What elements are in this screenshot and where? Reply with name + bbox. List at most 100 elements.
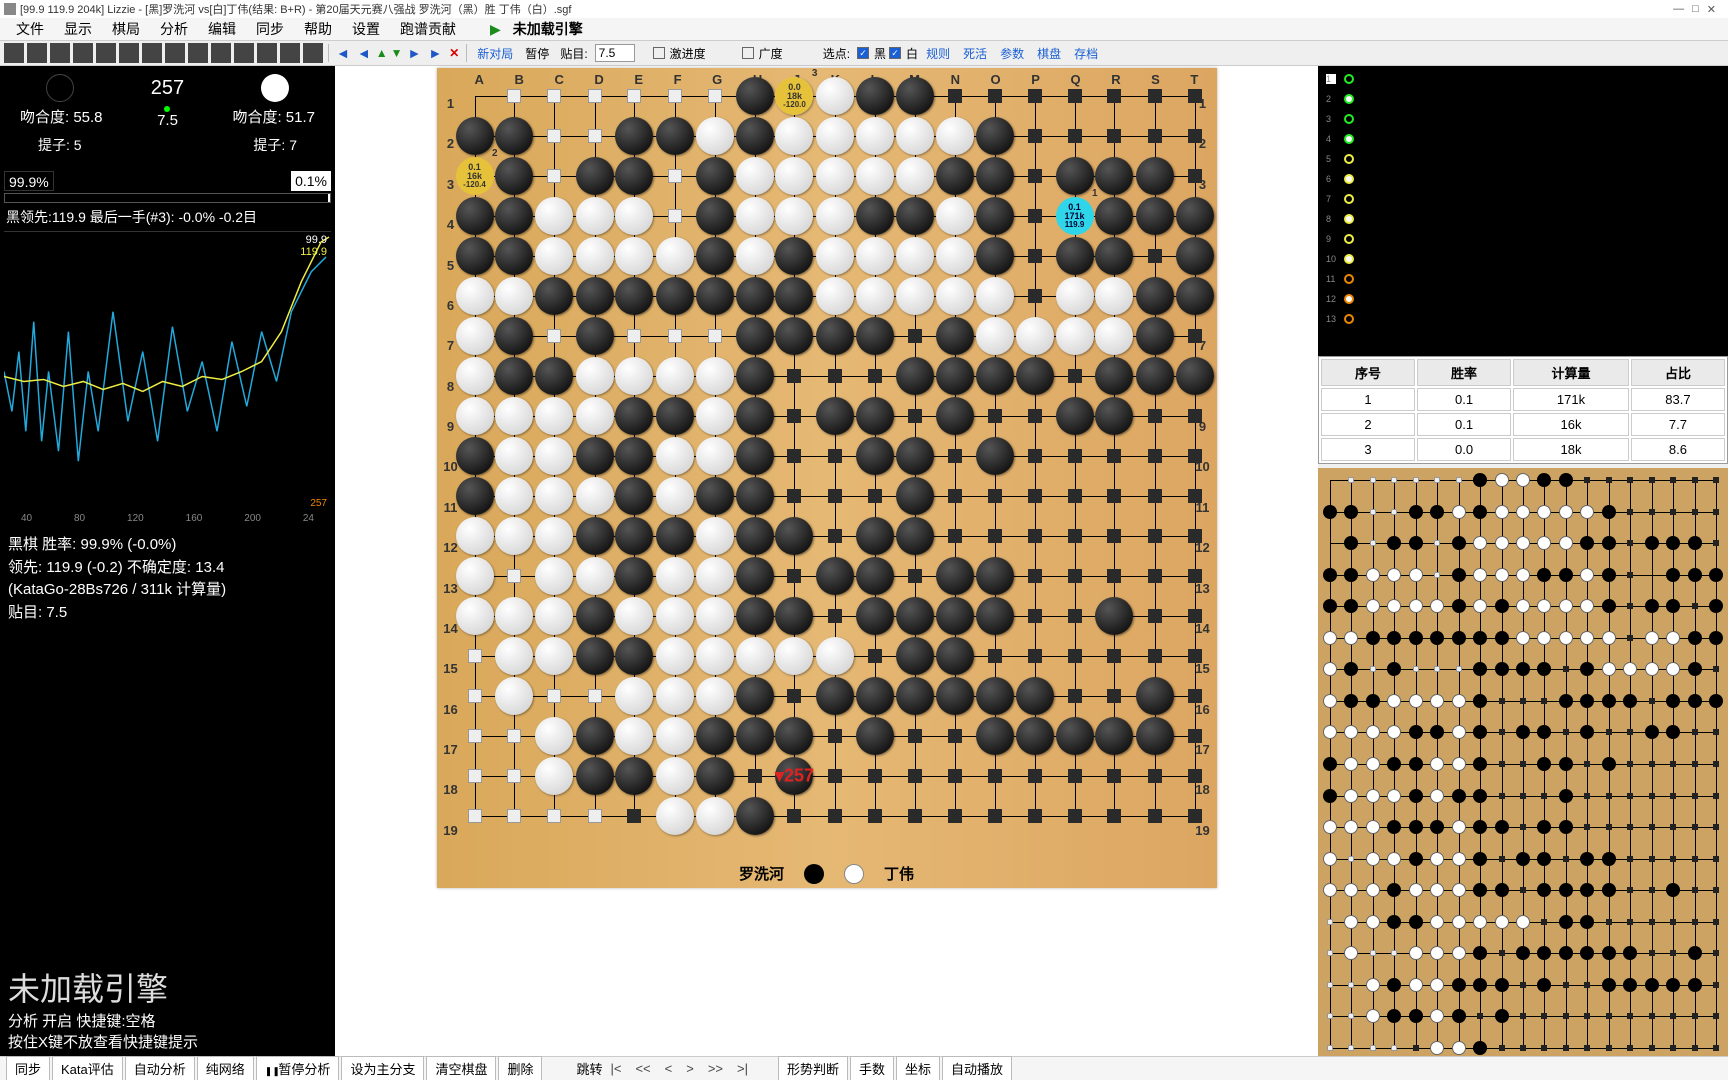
captures-black: 提子: 5 [38,135,82,155]
menu-item[interactable]: 同步 [248,17,292,41]
sync-button[interactable]: 同步 [6,1056,50,1080]
tb-settings-icon[interactable] [73,43,93,63]
move-number: 257 [151,77,184,100]
black-stone-icon [804,864,824,884]
pure-net-button[interactable]: 纯网络 [197,1056,254,1080]
params-link[interactable]: 参数 [995,45,1029,62]
tb-chart-icon[interactable] [119,43,139,63]
tb-tree-icon[interactable] [188,43,208,63]
player-black: 罗洗河 [739,863,784,884]
variation-tree[interactable]: 12345678910111213 [1318,66,1728,356]
coord-button[interactable]: 坐标 [896,1056,940,1080]
tb-moves-icon[interactable] [165,43,185,63]
play-icon: ▶ [482,19,509,40]
delete-button[interactable]: 删除 [498,1056,542,1080]
aggr-label: 激进度 [670,45,706,62]
menu-item[interactable]: 棋局 [104,17,148,41]
rules-link[interactable]: 规则 [921,45,955,62]
maximize-icon[interactable]: □ [1692,3,1699,16]
nav-last-icon[interactable]: ► [426,45,444,61]
nav-last[interactable]: >| [731,1059,754,1078]
set-main-button[interactable]: 设为主分支 [341,1056,424,1080]
nav-back10[interactable]: << [629,1059,656,1078]
winrate-black: 99.9% [4,171,54,191]
window-title: [99.9 119.9 204k] Lizzie - [黑]罗洗河 vs[白]丁… [20,1,571,17]
komi-input[interactable]: 7.5 [595,44,635,62]
menu-item[interactable]: 帮助 [296,17,340,41]
pause-link[interactable]: 暂停 [521,45,553,62]
winrate-graph[interactable]: 99.9 119.9 257 [4,231,331,511]
deadstone-link[interactable]: 死活 [958,45,992,62]
save-link[interactable]: 存档 [1069,45,1103,62]
tb-save-icon[interactable] [27,43,47,63]
nav-up-icon[interactable]: ▲ [376,46,388,60]
status-bar: 同步 Kata评估 自动分析 纯网络 暂停分析 设为主分支 清空棋盘 删除 跳转… [0,1056,1728,1080]
delete-icon[interactable]: ✕ [447,46,461,60]
tb-extra-icon[interactable] [303,43,323,63]
graph-header: 黑领先:119.9 最后一手(#3): -0.0% -0.2目 [0,203,335,231]
winrate-white: 0.1% [291,171,331,191]
table-row: 30.018k8.6 [1321,438,1725,461]
go-board[interactable]: ABCDEFGHJKLMNOPQRST 12345678910111213141… [437,68,1217,888]
white-checkbox[interactable] [889,47,901,59]
app-icon [4,3,16,15]
tb-engine-icon[interactable] [96,43,116,63]
tb-refresh-icon[interactable] [50,43,70,63]
breadth-checkbox[interactable] [742,47,754,59]
clear-button[interactable]: 清空棋盘 [426,1056,496,1080]
nav-back[interactable]: < [659,1059,679,1078]
graph-ticks: 408012016020024 [0,511,335,526]
winrate-bar [4,193,331,203]
menu-item[interactable]: 跑谱贡献 [392,17,464,41]
menu-item[interactable]: 文件 [8,17,52,41]
engine-warning: 未加载引擎 分析 开启 快捷键:空格 按住X键不放查看快捷键提示 [0,956,335,1060]
white-stone-icon [844,864,864,884]
komi-label: 贴目: [556,45,591,62]
engine-status: 未加载引擎 [513,19,583,39]
tb-board-icon[interactable] [142,43,162,63]
toolbar: ◄ ◄ ▲ ▼ ► ► ✕ 新对局 暂停 贴目: 7.5 激进度 广度 选点: … [0,40,1728,66]
white-stone-icon [261,74,289,102]
tb-coord-icon[interactable] [211,43,231,63]
menu-item[interactable]: 编辑 [200,17,244,41]
pause-icon [265,1062,275,1077]
nav-first[interactable]: |< [605,1059,628,1078]
mini-board[interactable] [1318,468,1728,1060]
black-checkbox[interactable] [857,47,869,59]
nav-next-icon[interactable]: ► [406,45,424,61]
nav-fwd10[interactable]: >> [702,1059,729,1078]
minimize-icon[interactable]: — [1673,3,1684,16]
player-white: 丁伟 [884,863,914,884]
pause-analyze-button[interactable]: 暂停分析 [256,1056,340,1080]
tb-more-icon[interactable] [280,43,300,63]
match-black: 吻合度: 55.8 [20,106,103,129]
tb-open-icon[interactable] [4,43,24,63]
menu-item[interactable]: 分析 [152,17,196,41]
board-link[interactable]: 棋盘 [1032,45,1066,62]
nav-fwd[interactable]: > [680,1059,700,1078]
close-icon[interactable]: ✕ [1707,3,1716,16]
black-stone-icon [46,74,74,102]
tb-hint-icon[interactable] [257,43,277,63]
movenum-button[interactable]: 手数 [850,1056,894,1080]
menu-item[interactable]: 显示 [56,17,100,41]
aggr-checkbox[interactable] [653,47,665,59]
nav-first-icon[interactable]: ◄ [334,45,352,61]
table-row: 10.1171k83.7 [1321,388,1725,411]
jump-label: 跳转 [576,1059,602,1078]
nav-prev-icon[interactable]: ◄ [355,45,373,61]
breadth-label: 广度 [759,45,783,62]
new-game-link[interactable]: 新对局 [472,45,518,62]
analysis-summary: 黑棋 胜率: 99.9% (-0.0%) 领先: 119.9 (-0.2) 不确… [0,526,335,632]
tb-eval-icon[interactable] [234,43,254,63]
kata-eval-button[interactable]: Kata评估 [52,1056,123,1080]
table-row: 20.116k7.7 [1321,413,1725,436]
autoplay-button[interactable]: 自动播放 [942,1056,1012,1080]
title-bar: [99.9 119.9 204k] Lizzie - [黑]罗洗河 vs[白]丁… [0,0,1728,18]
nav-down-icon[interactable]: ▼ [391,46,403,60]
situation-button[interactable]: 形势判断 [778,1056,848,1080]
menu-item[interactable]: 设置 [344,17,388,41]
left-panel: 257 吻合度: 55.8 7.5 吻合度: 51.7 提子: 5 提子: 7 … [0,66,335,1060]
point-label: 选点: [819,45,854,62]
auto-analyze-button[interactable]: 自动分析 [125,1056,195,1080]
